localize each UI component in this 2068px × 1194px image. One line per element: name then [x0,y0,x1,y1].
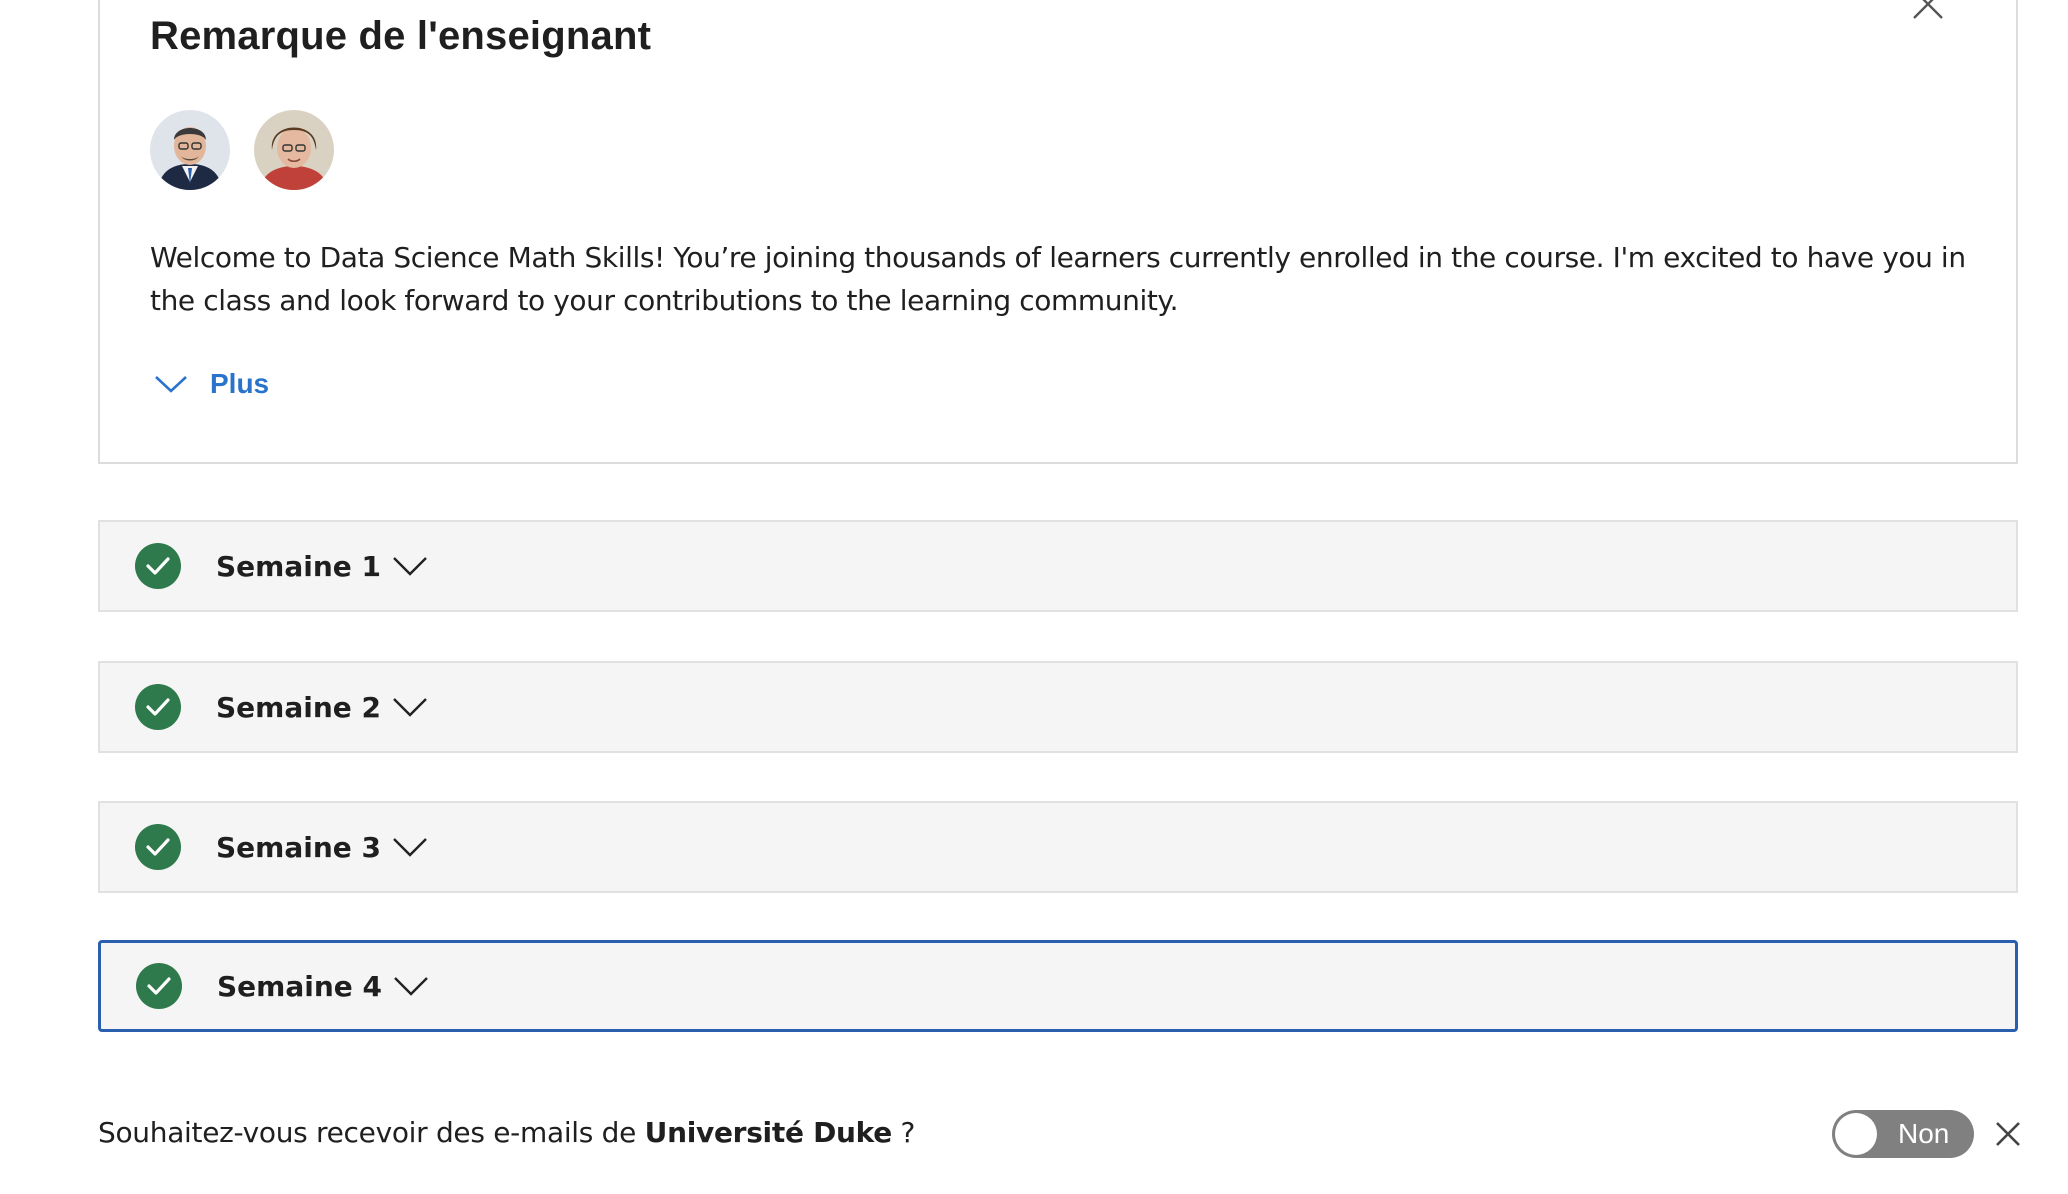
week-label: Semaine 3 [216,830,381,864]
instructor-avatars [150,110,334,190]
week-row-3[interactable]: Semaine 3 [98,801,2018,893]
close-icon[interactable] [1994,1120,2022,1148]
show-more-label: Plus [210,368,270,399]
course-page: Remarque de l'enseignant Welcome to Data… [0,0,2068,1194]
institution-name: Université Duke [644,1116,893,1149]
check-circle-icon [135,824,181,870]
email-opt-in-prompt: Souhaitez-vous recevoir des e-mails de U… [98,1116,915,1149]
week-row-4[interactable]: Semaine 4 [98,940,2018,1032]
close-icon[interactable] [1910,0,1946,22]
email-prompt-suffix: ? [891,1116,916,1149]
chevron-down-icon [394,977,428,996]
show-more-button[interactable]: Plus [154,368,269,400]
toggle-label: Non [1898,1118,1950,1149]
check-circle-icon [136,963,182,1009]
week-label: Semaine 4 [217,969,382,1003]
toggle-knob [1835,1113,1877,1155]
check-circle-icon [135,543,181,589]
avatar[interactable] [254,110,334,190]
check-circle-icon [135,684,181,730]
chevron-down-icon [393,557,427,576]
email-prompt-text: Souhaitez-vous recevoir des e-mails de [98,1116,645,1149]
week-row-1[interactable]: Semaine 1 [98,520,2018,612]
chevron-down-icon [393,698,427,717]
chevron-down-icon [393,838,427,857]
email-opt-in-toggle[interactable]: Non [1832,1110,1974,1158]
chevron-down-icon [155,376,187,393]
week-row-2[interactable]: Semaine 2 [98,661,2018,753]
instructor-note-body: Welcome to Data Science Math Skills! You… [150,241,1966,317]
avatar[interactable] [150,110,230,190]
instructor-note-card: Remarque de l'enseignant Welcome to Data… [98,0,2018,464]
avatar-instructor-2-icon [254,110,334,190]
avatar-instructor-1-icon [150,110,230,190]
week-label: Semaine 1 [216,549,381,583]
instructor-note-title: Remarque de l'enseignant [150,14,652,58]
week-label: Semaine 2 [216,690,381,724]
